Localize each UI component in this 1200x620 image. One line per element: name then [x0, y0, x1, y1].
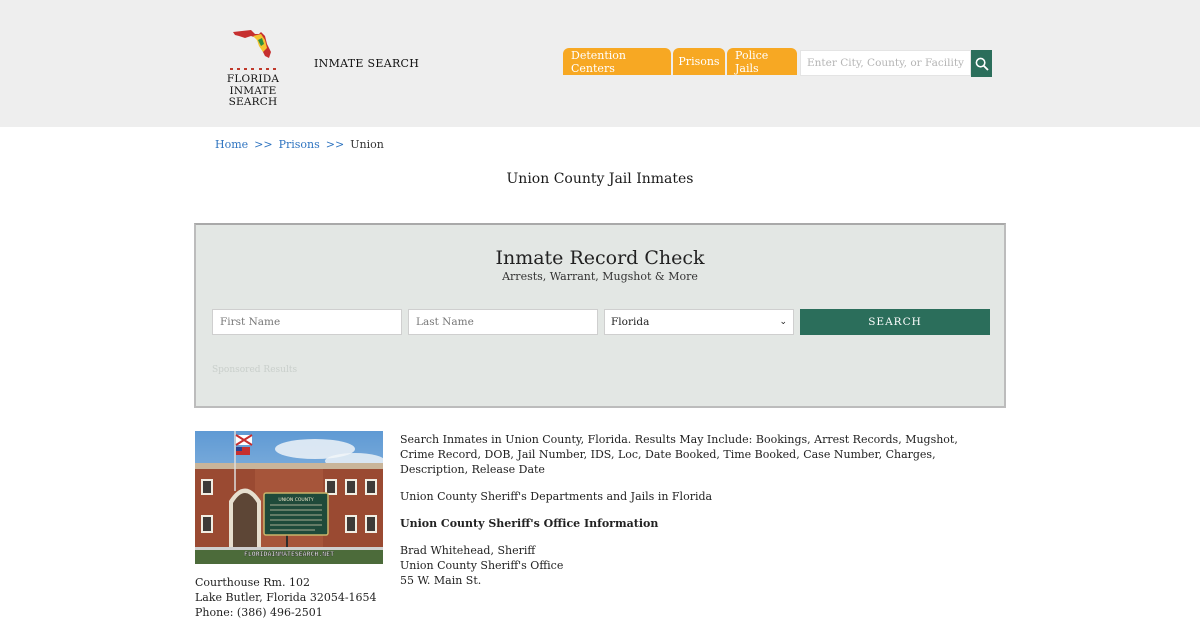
record-search-button[interactable]: SEARCH — [800, 309, 990, 335]
logo-line-2: INMATE SEARCH — [228, 84, 278, 108]
logo-divider — [230, 67, 276, 71]
phone-number: Phone: (386) 496-2501 — [195, 606, 323, 619]
sponsored-label: Sponsored Results — [212, 365, 298, 375]
logo-title: FLORIDA INMATE SEARCH — [207, 73, 299, 109]
nav-police-jails[interactable]: Police Jails — [727, 48, 797, 75]
office-name: Union County Sheriff's Office — [400, 559, 564, 572]
intro-text: Search Inmates in Union County, Florida.… — [400, 433, 958, 476]
nav-prisons[interactable]: Prisons — [673, 48, 725, 75]
facility-search-button[interactable] — [971, 50, 992, 77]
site-header: FLORIDA INMATE SEARCH INMATE SEARCH Dete… — [0, 0, 1200, 127]
courthouse-photo: UNION COUNTY FLORIDAINMATESEARCH.NET — [195, 431, 383, 564]
main-nav: Detention Centers Prisons Police Jails — [563, 48, 799, 75]
courthouse-image: UNION COUNTY FLORIDAINMATESEARCH.NET — [195, 431, 383, 564]
chevron-down-icon: ⌄ — [779, 317, 787, 327]
florida-map-icon — [233, 30, 271, 58]
jail-address: Courthouse Rm. 102 Lake Butler, Florida … — [195, 575, 377, 620]
address-line-2: Lake Butler, Florida 32054-1654 — [195, 591, 377, 604]
sheriff-name: Brad Whitehead, Sheriff — [400, 544, 536, 557]
breadcrumb: Home >> Prisons >> Union — [215, 138, 384, 151]
address-line-1: Courthouse Rm. 102 — [195, 576, 310, 589]
photo-watermark: FLORIDAINMATESEARCH.NET — [244, 550, 334, 558]
record-check-subtitle: Arrests, Warrant, Mugshot & More — [502, 270, 698, 283]
record-check-panel: Inmate Record Check Arrests, Warrant, Mu… — [194, 223, 1006, 408]
departments-text: Union County Sheriff's Departments and J… — [400, 490, 713, 503]
record-check-title: Inmate Record Check — [495, 247, 705, 269]
breadcrumb-home[interactable]: Home — [215, 138, 248, 151]
breadcrumb-separator: >> — [254, 138, 273, 151]
breadcrumb-prisons[interactable]: Prisons — [279, 138, 320, 151]
page-title: Union County Jail Inmates — [506, 171, 694, 187]
search-icon — [975, 57, 989, 71]
facility-search-input[interactable] — [800, 50, 971, 76]
office-info-heading: Union County Sheriff's Office Informatio… — [400, 517, 659, 530]
state-select-value: Florida — [611, 316, 650, 328]
nav-detention-centers[interactable]: Detention Centers — [563, 48, 671, 75]
office-street: 55 W. Main St. — [400, 574, 482, 587]
last-name-input[interactable] — [408, 309, 598, 335]
state-select[interactable]: Florida ⌄ — [604, 309, 794, 335]
site-logo[interactable]: FLORIDA INMATE SEARCH — [207, 26, 299, 108]
main-content: Search Inmates in Union County, Florida.… — [400, 432, 990, 588]
breadcrumb-current: Union — [350, 138, 384, 151]
breadcrumb-separator: >> — [325, 138, 345, 151]
first-name-input[interactable] — [212, 309, 402, 335]
brand-link[interactable]: INMATE SEARCH — [314, 57, 419, 70]
logo-line-1: FLORIDA — [226, 73, 280, 85]
marker-sign-text: UNION COUNTY — [278, 497, 313, 503]
